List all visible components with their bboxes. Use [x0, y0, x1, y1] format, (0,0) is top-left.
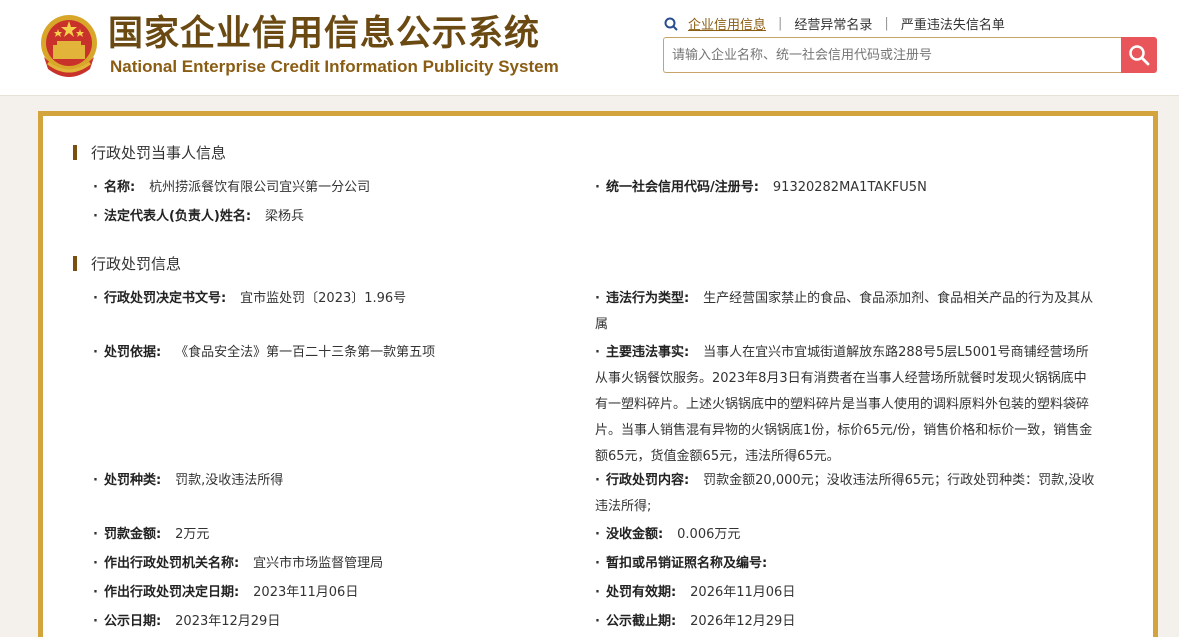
field-label: 没收金额:: [605, 527, 664, 542]
field-violation-type: · 违法行为类型: 生产经营国家禁止的食品、食品添加剂、食品相关产品的行为及其从属: [595, 291, 1094, 332]
field-label: 作出行政处罚机关名称:: [103, 556, 240, 571]
field-value: 2026年11月06日: [690, 585, 796, 600]
nav-abnormal-list-link[interactable]: 经营异常名录: [794, 14, 872, 33]
search-icon: [664, 17, 678, 31]
field-value: 91320282MA1TAKFU5N: [772, 180, 927, 195]
field-value: 罚款,没收违法所得: [175, 473, 284, 488]
field-content: · 行政处罚内容: 罚款金额20,000元；没收违法所得65元；行政处罚种类：罚款,…: [595, 473, 1095, 514]
field-license: · 暂扣或吊销证照名称及编号:: [595, 556, 768, 571]
field-label: 公示日期:: [103, 614, 162, 629]
field-basis: · 处罚依据: 《食品安全法》第一百二十三条第一款第五项: [93, 345, 436, 360]
field-label: 统一社会信用代码/注册号:: [605, 180, 759, 195]
field-publicity-end: · 公示截止期: 2026年12月29日: [595, 614, 796, 629]
site-title-cn: 国家企业信用信息公示系统: [108, 14, 541, 54]
top-nav: 企业信用信息 | 经营异常名录 | 严重违法失信名单: [664, 14, 1005, 33]
field-name: · 名称: 杭州捞派餐饮有限公司宜兴第一分公司: [93, 180, 371, 195]
field-credit-code: · 统一社会信用代码/注册号: 91320282MA1TAKFU5N: [595, 180, 927, 195]
field-valid-until: · 处罚有效期: 2026年11月06日: [595, 585, 796, 600]
field-value: 宜市监处罚〔2023〕1.96号: [240, 291, 407, 306]
section-marker: [73, 145, 77, 160]
field-label: 主要违法事实:: [605, 345, 690, 360]
field-fine: · 罚款金额: 2万元: [93, 527, 210, 542]
field-label: 法定代表人(负责人)姓名:: [103, 209, 252, 224]
section-title: 行政处罚信息: [91, 255, 182, 273]
section-title: 行政处罚当事人信息: [91, 144, 227, 162]
field-value: 《食品安全法》第一百二十三条第一款第五项: [175, 345, 436, 360]
field-value: 0.006万元: [677, 527, 741, 542]
field-label: 处罚依据:: [103, 345, 162, 360]
nav-serious-violation-link[interactable]: 严重违法失信名单: [901, 14, 1005, 33]
search-button[interactable]: [1121, 37, 1157, 73]
site-title-en: National Enterprise Credit Information P…: [110, 57, 559, 76]
field-facts: · 主要违法事实: 当事人在宜兴市宜城街道解放东路288号5层L5001号商铺经营场…: [595, 345, 1093, 464]
nav-divider: |: [884, 16, 889, 31]
site-header: 国家企业信用信息公示系统 National Enterprise Credit …: [0, 0, 1179, 96]
search-input[interactable]: [663, 37, 1121, 73]
field-label: 处罚有效期:: [605, 585, 677, 600]
search-icon: [1129, 45, 1150, 66]
field-value: 梁杨兵: [265, 209, 305, 224]
field-value: 2万元: [175, 527, 210, 542]
field-value: 当事人在宜兴市宜城街道解放东路288号5层L5001号商铺经营场所从事火锅餐饮服…: [595, 345, 1093, 464]
section-party-info: 行政处罚当事人信息: [73, 142, 226, 163]
field-value: 宜兴市市场监督管理局: [253, 556, 384, 571]
nav-enterprise-credit-link[interactable]: 企业信用信息: [688, 14, 766, 33]
national-emblem-icon: [41, 15, 97, 77]
field-value: 2023年12月29日: [175, 614, 281, 629]
field-publicity-date: · 公示日期: 2023年12月29日: [93, 614, 281, 629]
field-label: 作出行政处罚决定日期:: [103, 585, 240, 600]
field-label: 行政处罚内容:: [605, 473, 690, 488]
section-penalty-info: 行政处罚信息: [73, 253, 181, 274]
field-value: 杭州捞派餐饮有限公司宜兴第一分公司: [149, 180, 371, 195]
field-authority: · 作出行政处罚机关名称: 宜兴市市场监督管理局: [93, 556, 384, 571]
field-value: 2026年12月29日: [690, 614, 796, 629]
field-label: 名称:: [103, 180, 136, 195]
field-label: 处罚种类:: [103, 473, 162, 488]
nav-divider: |: [778, 16, 783, 31]
field-label: 公示截止期:: [605, 614, 677, 629]
field-legal-rep: · 法定代表人(负责人)姓名: 梁杨兵: [93, 209, 305, 224]
field-confiscation: · 没收金额: 0.006万元: [595, 527, 741, 542]
field-label: 罚款金额:: [103, 527, 162, 542]
field-kind: · 处罚种类: 罚款,没收违法所得: [93, 473, 284, 488]
field-decision-date: · 作出行政处罚决定日期: 2023年11月06日: [93, 585, 359, 600]
field-label: 违法行为类型:: [605, 291, 690, 306]
section-marker: [73, 256, 77, 271]
field-value: 2023年11月06日: [253, 585, 359, 600]
detail-panel: 行政处罚当事人信息 · 名称: 杭州捞派餐饮有限公司宜兴第一分公司 · 统一社会信用代…: [38, 111, 1158, 637]
field-label: 行政处罚决定书文号:: [103, 291, 227, 306]
field-doc-no: · 行政处罚决定书文号: 宜市监处罚〔2023〕1.96号: [93, 291, 407, 306]
field-label: 暂扣或吊销证照名称及编号:: [605, 556, 768, 571]
